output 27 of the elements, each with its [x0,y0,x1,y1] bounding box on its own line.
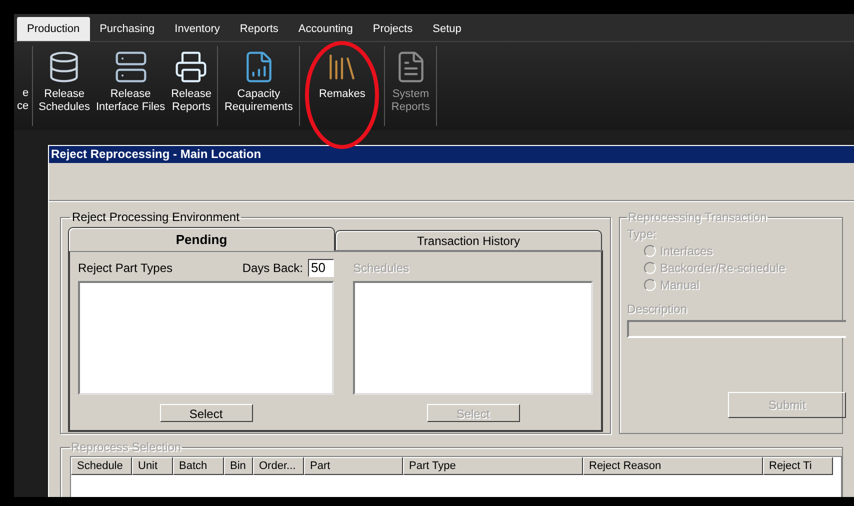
group-label: Reprocess Selection [70,439,182,456]
menu-tab[interactable]: Projects [362,17,423,41]
server-icon [114,50,148,84]
menu-tab[interactable]: Accounting [288,17,363,41]
list-label: Reject Part Types [78,260,172,277]
field-label: Days Back: [242,260,303,277]
days-back-field[interactable]: 50 [308,259,334,277]
select-button[interactable]: Select [160,404,252,422]
toolbar-button[interactable]: e ce [14,46,32,126]
menu-tab[interactable]: Reports [230,17,288,41]
toolbar-button[interactable]: Release Reports [168,46,214,126]
toolbar-button[interactable]: Release Interface Files [93,46,168,126]
printer-icon [174,50,208,84]
toolbar-button[interactable]: Release Schedules [36,46,93,126]
menu-tab[interactable]: Purchasing [90,17,165,41]
part-types-list[interactable] [78,281,334,395]
menu-tab[interactable]: Production [17,17,90,41]
menu-tab[interactable]: Setup [422,17,472,41]
tab[interactable]: Transaction History [335,230,602,250]
window-title: Reject Reprocessing - Main Location [49,146,854,163]
group-label: Reprocessing Transaction [627,209,768,226]
menu-tab[interactable]: Inventory [164,17,230,41]
toolbar-button[interactable]: Capacity Requirements [221,46,296,126]
group-label: Reject Processing Environment [71,209,240,226]
description-field[interactable] [627,320,846,338]
schedules-list[interactable] [353,281,593,395]
tab[interactable]: Pending [68,227,335,251]
